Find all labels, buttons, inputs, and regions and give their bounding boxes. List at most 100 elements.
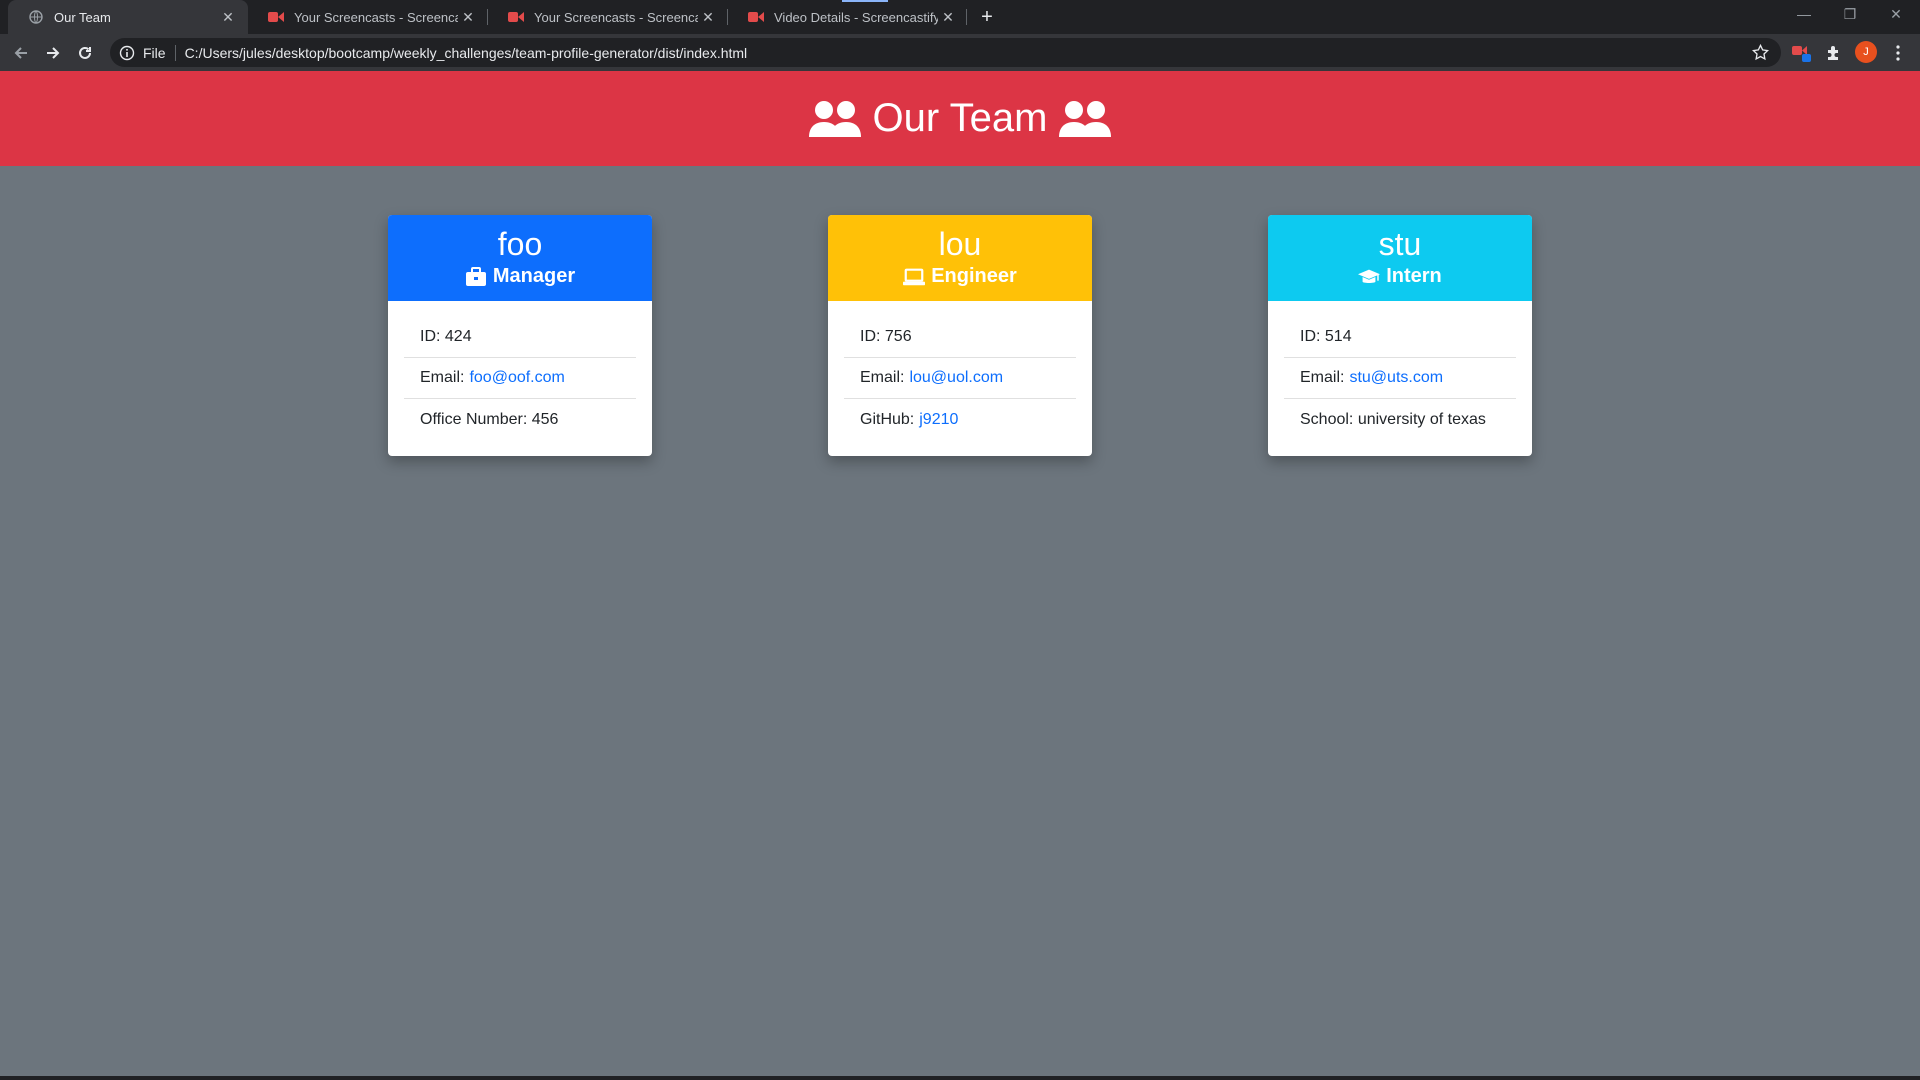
employee-office-number: Office Number: 456 — [404, 399, 636, 440]
graduation-cap-icon — [1358, 267, 1381, 287]
github-link[interactable]: j9210 — [919, 411, 958, 429]
role-label: Intern — [1386, 265, 1442, 287]
browser-tab-screencasts-1[interactable]: Your Screencasts - Screencastify ✕ — [248, 0, 488, 34]
employee-email: Email: lou@uol.com — [844, 358, 1076, 399]
employee-id: ID: 514 — [1284, 317, 1516, 358]
tab-title: Our Team — [54, 9, 111, 25]
employee-role: Manager — [388, 265, 652, 288]
arrow-left-icon — [14, 47, 27, 59]
tab-title: Your Screencasts - Screencastify — [294, 9, 458, 25]
tab-close-icon[interactable]: ✕ — [698, 9, 718, 26]
employee-email: Email: foo@oof.com — [404, 358, 636, 399]
school-label: School: — [1300, 410, 1358, 428]
browser-tab-strip: Our Team ✕ Your Screencasts - Screencast… — [0, 0, 1920, 34]
team-card-manager: foo Manager ID: 424 Email: foo@oof.com Of… — [388, 215, 652, 456]
school-value: university of texas — [1357, 410, 1486, 428]
users-icon — [1059, 100, 1112, 137]
page-title: Our Team — [872, 96, 1048, 140]
screencastify-icon — [748, 9, 764, 25]
restore-button[interactable]: ❐ — [1827, 0, 1873, 30]
browser-toolbar: File C:/Users/jules/desktop/bootcamp/wee… — [0, 34, 1920, 71]
users-icon — [808, 100, 861, 137]
info-icon[interactable] — [119, 45, 135, 61]
employee-name: lou — [938, 226, 982, 262]
address-separator — [174, 44, 176, 61]
url-text[interactable]: C:/Users/jules/desktop/bootcamp/weekly_c… — [185, 45, 748, 61]
employee-github: GitHub: j9210 — [844, 399, 1076, 440]
browser-tab-video-details[interactable]: Video Details - Screencastify ✕ — [728, 0, 968, 34]
extensions-button[interactable] — [1823, 42, 1845, 64]
role-label: Manager — [492, 265, 576, 287]
star-icon[interactable] — [1752, 44, 1769, 61]
profile-avatar[interactable]: J — [1855, 41, 1877, 63]
employee-details-list: ID: 424 Email: foo@oof.com Office Number:… — [404, 317, 636, 440]
office-number-value: 456 — [531, 410, 559, 428]
id-label: ID: — [1300, 328, 1325, 345]
laptop-icon — [903, 267, 926, 287]
email-label: Email: — [860, 369, 905, 386]
employee-role: Engineer — [828, 265, 1092, 288]
tab-title: Your Screencasts - Screencastify — [534, 9, 698, 25]
id-value: 514 — [1324, 328, 1352, 345]
employee-id: ID: 424 — [404, 317, 636, 358]
id-value: 756 — [884, 328, 912, 345]
office-number-label: Office Number: — [420, 410, 532, 428]
employee-school: School: university of texas — [1284, 399, 1516, 440]
forward-button[interactable] — [40, 40, 66, 66]
card-body: ID: 424 Email: foo@oof.com Office Number:… — [388, 301, 652, 456]
card-body: ID: 514 Email: stu@uts.com School: univer… — [1268, 301, 1532, 456]
scheme-label: File — [143, 44, 166, 61]
screencastify-icon — [508, 9, 524, 25]
card-header: foo Manager — [388, 215, 652, 301]
email-link[interactable]: foo@oof.com — [469, 369, 564, 387]
team-card-intern: stu Intern ID: 514 Email: stu@uts.com Sch… — [1268, 215, 1532, 456]
more-vert-icon — [1896, 45, 1900, 61]
new-tab-button[interactable]: + — [974, 5, 1000, 31]
employee-name: stu — [1378, 226, 1422, 262]
page-header: Our Team — [0, 71, 1920, 166]
employee-role: Intern — [1268, 265, 1532, 288]
role-label: Engineer — [931, 265, 1017, 287]
email-label: Email: — [1300, 369, 1345, 386]
address-bar[interactable]: File C:/Users/jules/desktop/bootcamp/wee… — [110, 38, 1781, 67]
close-window-button[interactable]: ✕ — [1873, 0, 1919, 30]
employee-name: foo — [497, 226, 543, 262]
reload-button[interactable] — [72, 40, 98, 66]
screencastify-icon — [268, 9, 284, 25]
employee-details-list: ID: 514 Email: stu@uts.com School: univer… — [1284, 317, 1516, 440]
back-button[interactable] — [8, 40, 34, 66]
tab-close-icon[interactable]: ✕ — [938, 9, 958, 26]
briefcase-icon — [465, 266, 487, 287]
tab-separator — [966, 9, 967, 25]
browser-tab-screencasts-2[interactable]: Your Screencasts - Screencastify ✕ — [488, 0, 728, 34]
screencastify-icon — [1792, 46, 1811, 62]
browser-menu-button[interactable] — [1887, 42, 1909, 64]
card-header: stu Intern — [1268, 215, 1532, 301]
page-body: Our Team foo Manager ID: 424 Email: foo@o — [0, 71, 1920, 1080]
employee-id: ID: 756 — [844, 317, 1076, 358]
email-link[interactable]: lou@uol.com — [909, 369, 1003, 387]
browser-tab-our-team[interactable]: Our Team ✕ — [8, 0, 248, 34]
arrow-right-icon — [47, 47, 60, 59]
tab-close-icon[interactable]: ✕ — [218, 9, 238, 26]
id-label: ID: — [420, 328, 445, 345]
card-header: lou Engineer — [828, 215, 1092, 301]
team-card-engineer: lou Engineer ID: 756 Email: lou@uol.com G… — [828, 215, 1092, 456]
screencastify-extension-button[interactable] — [1791, 42, 1813, 64]
reload-icon — [79, 46, 91, 59]
email-label: Email: — [420, 369, 465, 386]
email-link[interactable]: stu@uts.com — [1349, 369, 1443, 387]
tab-close-icon[interactable]: ✕ — [458, 9, 478, 26]
id-label: ID: — [860, 328, 885, 345]
bottom-edge — [0, 1076, 1920, 1080]
tab-title: Video Details - Screencastify — [774, 9, 938, 25]
card-body: ID: 756 Email: lou@uol.com GitHub: j9210 — [828, 301, 1092, 456]
tab-loading-indicator — [842, 0, 888, 2]
employee-details-list: ID: 756 Email: lou@uol.com GitHub: j9210 — [844, 317, 1076, 440]
id-value: 424 — [444, 328, 472, 345]
globe-icon — [28, 9, 44, 25]
puzzle-icon — [1828, 46, 1838, 60]
github-label: GitHub: — [860, 410, 915, 428]
employee-email: Email: stu@uts.com — [1284, 358, 1516, 399]
minimize-button[interactable]: — — [1781, 0, 1827, 30]
